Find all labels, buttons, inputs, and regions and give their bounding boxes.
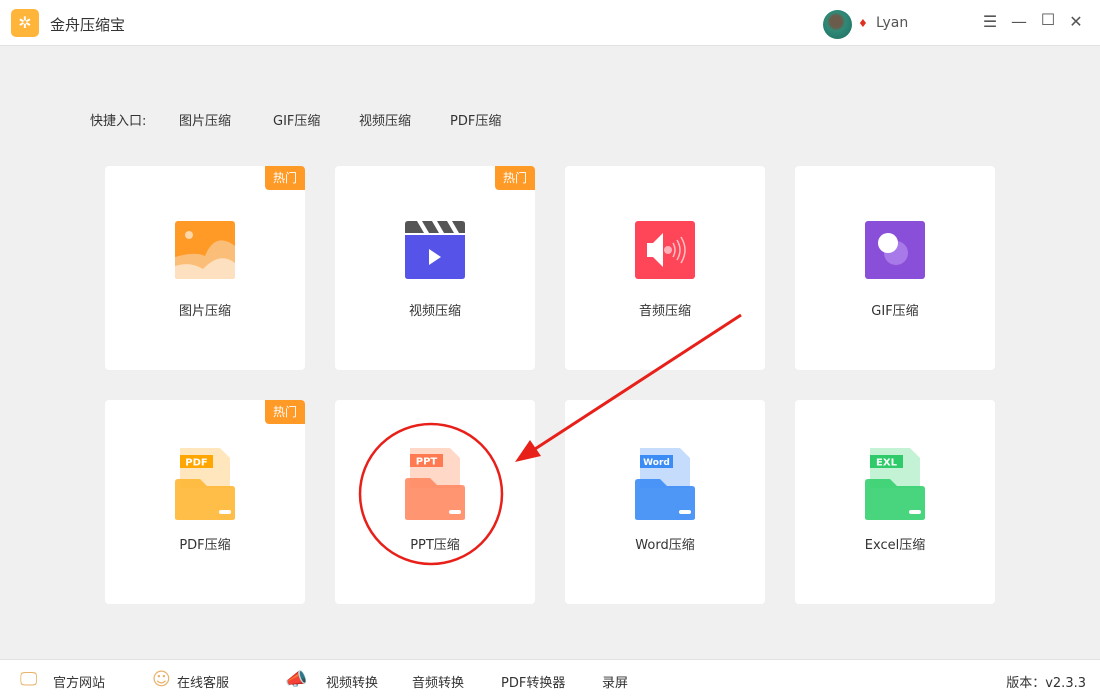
image-icon [175, 221, 235, 279]
card-label: 视频压缩 [408, 304, 461, 319]
person-icon: ☺ [152, 669, 171, 690]
card-label: 音频压缩 [638, 304, 691, 319]
app-title: 金舟压缩宝 [50, 16, 126, 34]
maximize-icon[interactable]: ☐ [1038, 10, 1058, 29]
menu-icon[interactable]: ☰ [980, 12, 1000, 31]
version-label: 版本：v2.3.3 [1006, 676, 1086, 691]
icon-tag: PPT [416, 457, 438, 468]
card-label: 图片压缩 [178, 304, 231, 319]
monitor-icon: 🖵 [20, 669, 38, 690]
hot-badge: 热门 [265, 400, 305, 424]
card-gif-compress[interactable]: GIF压缩 [795, 166, 995, 370]
card-label: PPT压缩 [410, 538, 460, 553]
quick-link-gif[interactable]: GIF压缩 [273, 110, 320, 129]
minimize-icon[interactable]: — [1009, 12, 1029, 31]
card-ppt-compress[interactable]: PPT PPT压缩 [335, 400, 535, 604]
footer-video-convert[interactable]: 视频转换 [326, 672, 378, 691]
card-video-compress[interactable]: 热门 视频压缩 [335, 166, 535, 370]
footer-bar: 🖵 官方网站 ☺ 在线客服 📣 视频转换 音频转换 PDF转换器 录屏 版本：v… [0, 659, 1100, 700]
card-audio-compress[interactable]: 音频压缩 [565, 166, 765, 370]
hot-badge: 热门 [265, 166, 305, 190]
gif-icon [865, 221, 925, 279]
video-clapper-icon [405, 221, 465, 279]
quick-link-image[interactable]: 图片压缩 [179, 110, 231, 129]
card-image-compress[interactable]: 热门 图片压缩 [105, 166, 305, 370]
quick-entry-label: 快捷入口: [90, 114, 147, 129]
title-bar: ✲ 金舟压缩宝 ♦ Lyan ☰ — ☐ ✕ [0, 0, 1100, 46]
ppt-folder-icon: PPT [405, 448, 465, 520]
excel-folder-icon: EXL [865, 448, 925, 520]
card-label: Excel压缩 [864, 538, 926, 553]
card-excel-compress[interactable]: EXL Excel压缩 [795, 400, 995, 604]
footer-online-service[interactable]: 在线客服 [177, 672, 229, 691]
close-icon[interactable]: ✕ [1066, 12, 1086, 31]
footer-screen-record[interactable]: 录屏 [602, 672, 628, 691]
speaker-icon [635, 221, 695, 279]
footer-audio-convert[interactable]: 音频转换 [412, 672, 464, 691]
card-label: GIF压缩 [871, 304, 919, 319]
card-word-compress[interactable]: Word Word压缩 [565, 400, 765, 604]
avatar[interactable] [823, 10, 852, 39]
pdf-folder-icon: PDF [175, 448, 235, 520]
megaphone-icon: 📣 [285, 669, 308, 690]
icon-tag: PDF [185, 458, 207, 469]
card-pdf-compress[interactable]: 热门 PDF PDF压缩 [105, 400, 305, 604]
footer-pdf-converter[interactable]: PDF转换器 [501, 672, 565, 691]
quick-link-pdf[interactable]: PDF压缩 [450, 110, 501, 129]
hot-badge: 热门 [495, 166, 535, 190]
app-logo-icon: ✲ [11, 9, 39, 37]
icon-tag: EXL [876, 458, 898, 469]
footer-official-site[interactable]: 官方网站 [53, 672, 105, 691]
icon-tag: Word [643, 458, 670, 468]
quick-link-video[interactable]: 视频压缩 [359, 110, 411, 129]
word-folder-icon: Word [635, 448, 695, 520]
username[interactable]: Lyan [876, 15, 908, 31]
card-label: Word压缩 [635, 538, 695, 553]
vip-diamond-icon: ♦ [858, 17, 868, 30]
card-label: PDF压缩 [179, 538, 231, 553]
